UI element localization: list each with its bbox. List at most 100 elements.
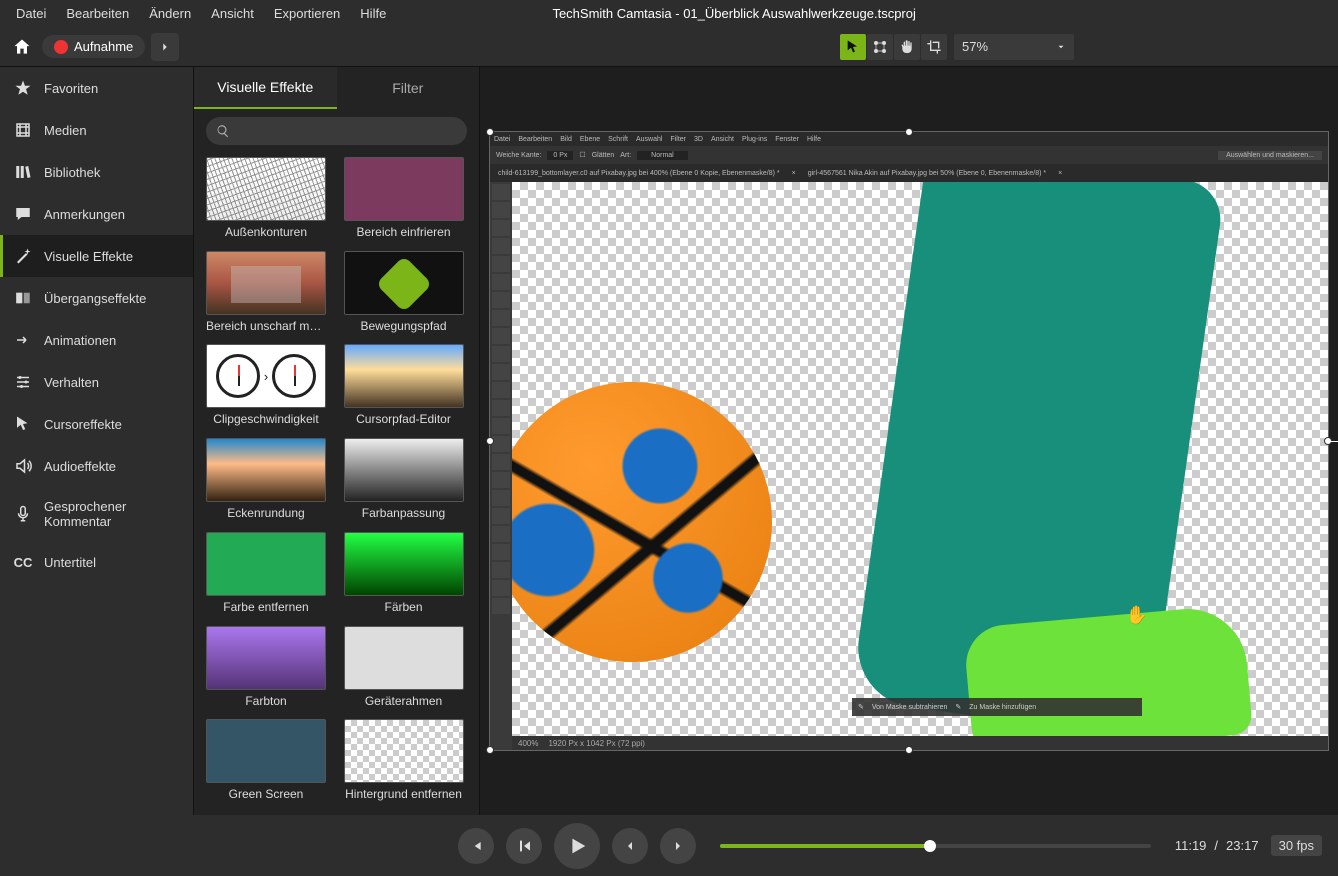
effect-farbe-entfernen[interactable]: Farbe entfernen: [206, 532, 330, 616]
chevron-right-icon: [670, 838, 686, 854]
transition-icon: [14, 289, 32, 307]
seek-thumb[interactable]: [924, 840, 936, 852]
prev-marker-button[interactable]: [612, 828, 648, 864]
sidebar-item-favorites[interactable]: Favoriten: [0, 67, 193, 109]
effect-label: Farbanpassung: [344, 506, 464, 520]
chevron-right-icon: [158, 40, 172, 54]
play-button[interactable]: [554, 823, 600, 869]
sidebar-item-library[interactable]: Bibliothek: [0, 151, 193, 193]
record-options-button[interactable]: [151, 33, 179, 61]
menu-edit[interactable]: Bearbeiten: [56, 2, 139, 25]
seek-fill: [720, 844, 930, 848]
tool-sidebar: Favoriten Medien Bibliothek Anmerkungen …: [0, 67, 194, 815]
pan-tool[interactable]: [894, 34, 920, 60]
effect-bewegungspfad[interactable]: Bewegungspfad: [344, 251, 468, 335]
crop-tool[interactable]: [921, 34, 947, 60]
selection-handle[interactable]: [486, 746, 494, 754]
tab-filter[interactable]: Filter: [337, 67, 480, 109]
zoom-dropdown[interactable]: 57%: [954, 34, 1074, 60]
cc-icon: CC: [14, 553, 32, 571]
sidebar-item-media[interactable]: Medien: [0, 109, 193, 151]
tab-visual-effects[interactable]: Visuelle Effekte: [194, 67, 337, 109]
effect-thumbnail: [206, 719, 326, 783]
sidebar-item-animations[interactable]: Animationen: [0, 319, 193, 361]
effect-farbanpassung[interactable]: Farbanpassung: [344, 438, 468, 522]
soccer-ball-graphic: [512, 382, 772, 662]
film-icon: [14, 121, 32, 139]
select-tool[interactable]: [840, 34, 866, 60]
effect-bereich-unscharf-ma-[interactable]: Bereich unscharf ma...: [206, 251, 330, 335]
seek-bar[interactable]: [720, 844, 1150, 848]
menu-export[interactable]: Exportieren: [264, 2, 350, 25]
effect-search-field[interactable]: [206, 117, 467, 145]
effect-thumbnail: [206, 157, 326, 221]
sidebar-item-transitions[interactable]: Übergangseffekte: [0, 277, 193, 319]
effect-label: Farbe entfernen: [206, 600, 326, 614]
ps-app-chrome: DateiBearbeitenBildEbeneSchriftAuswahlFi…: [490, 132, 1328, 182]
effect-label: Außenkonturen: [206, 225, 326, 239]
cursor-icon: [845, 39, 861, 55]
effect-thumbnail: [344, 251, 464, 315]
selection-handle[interactable]: [486, 128, 494, 136]
menu-modify[interactable]: Ändern: [139, 2, 201, 25]
effect-f-rben[interactable]: Färben: [344, 532, 468, 616]
crop-icon: [926, 39, 942, 55]
effect-bereich-einfrieren[interactable]: Bereich einfrieren: [344, 157, 468, 241]
effect-search-input[interactable]: [236, 124, 457, 139]
edit-points-tool[interactable]: [867, 34, 893, 60]
effect-farbton[interactable]: Farbton: [206, 626, 330, 710]
effect-label: Cursorpfad-Editor: [344, 412, 464, 426]
record-button[interactable]: Aufnahme: [42, 35, 145, 58]
home-button[interactable]: [8, 33, 36, 61]
nodes-icon: [872, 39, 888, 55]
effect-cursorpfad-editor[interactable]: Cursorpfad-Editor: [344, 344, 468, 428]
effect-label: Farbton: [206, 694, 326, 708]
effects-grid[interactable]: Außenkonturen Bereich einfrieren Bereich u…: [194, 153, 479, 815]
effect-thumbnail: [206, 532, 326, 596]
sidebar-item-captions[interactable]: CCUntertitel: [0, 541, 193, 583]
step-back-icon: [468, 838, 484, 854]
effect-thumbnail: [206, 438, 326, 502]
effect-label: Bereich unscharf ma...: [206, 319, 326, 333]
play-toggle-button[interactable]: [506, 828, 542, 864]
effect-thumbnail: [344, 157, 464, 221]
sidebar-item-annotations[interactable]: Anmerkungen: [0, 193, 193, 235]
menu-help[interactable]: Hilfe: [350, 2, 396, 25]
fps-indicator[interactable]: 30 fps: [1271, 835, 1322, 856]
effect-thumbnail: [206, 251, 326, 315]
sidebar-item-visualeffects[interactable]: Visuelle Effekte: [0, 235, 193, 277]
ps-mask-toolbar: ✎Von Maske subtrahieren ✎Zu Maske hinzuf…: [852, 698, 1142, 716]
menu-file[interactable]: Datei: [6, 2, 56, 25]
effect-clipgeschwindigkeit[interactable]: › Clipgeschwindigkeit: [206, 344, 330, 428]
canvas-area[interactable]: DateiBearbeitenBildEbeneSchriftAuswahlFi…: [480, 67, 1338, 815]
star-icon: [14, 79, 32, 97]
effect-ger-terahmen[interactable]: Geräterahmen: [344, 626, 468, 710]
chevron-down-icon: [1056, 42, 1066, 52]
canvas-tool-group: [840, 34, 948, 60]
sidebar-item-behaviors[interactable]: Verhalten: [0, 361, 193, 403]
rotation-line: [1328, 441, 1338, 442]
menu-view[interactable]: Ansicht: [201, 2, 264, 25]
selection-handle[interactable]: [905, 746, 913, 754]
effect-thumbnail: ›: [206, 344, 326, 408]
sidebar-item-audioeffects[interactable]: Audioeffekte: [0, 445, 193, 487]
speech-icon: [14, 205, 32, 223]
prev-frame-button[interactable]: [458, 828, 494, 864]
selection-handle[interactable]: [486, 437, 494, 445]
sliders-icon: [14, 373, 32, 391]
window-title: TechSmith Camtasia - 01_Überblick Auswah…: [396, 6, 1072, 21]
speaker-icon: [14, 457, 32, 475]
play-icon: [566, 835, 588, 857]
effect-au-enkonturen[interactable]: Außenkonturen: [206, 157, 330, 241]
effect-green-screen[interactable]: Green Screen: [206, 719, 330, 803]
sidebar-item-voice[interactable]: Gesprochener Kommentar: [0, 487, 193, 541]
effect-label: Clipgeschwindigkeit: [206, 412, 326, 426]
canvas-clip[interactable]: DateiBearbeitenBildEbeneSchriftAuswahlFi…: [489, 131, 1329, 751]
next-marker-button[interactable]: [660, 828, 696, 864]
ps-canvas: ✋ ✎Von Maske subtrahieren ✎Zu Maske hinz…: [512, 182, 1328, 736]
effect-hintergrund-entfernen[interactable]: Hintergrund entfernen: [344, 719, 468, 803]
home-icon: [12, 37, 32, 57]
sidebar-item-cursoreffects[interactable]: Cursoreffekte: [0, 403, 193, 445]
effect-eckenrundung[interactable]: Eckenrundung: [206, 438, 330, 522]
selection-handle[interactable]: [905, 128, 913, 136]
